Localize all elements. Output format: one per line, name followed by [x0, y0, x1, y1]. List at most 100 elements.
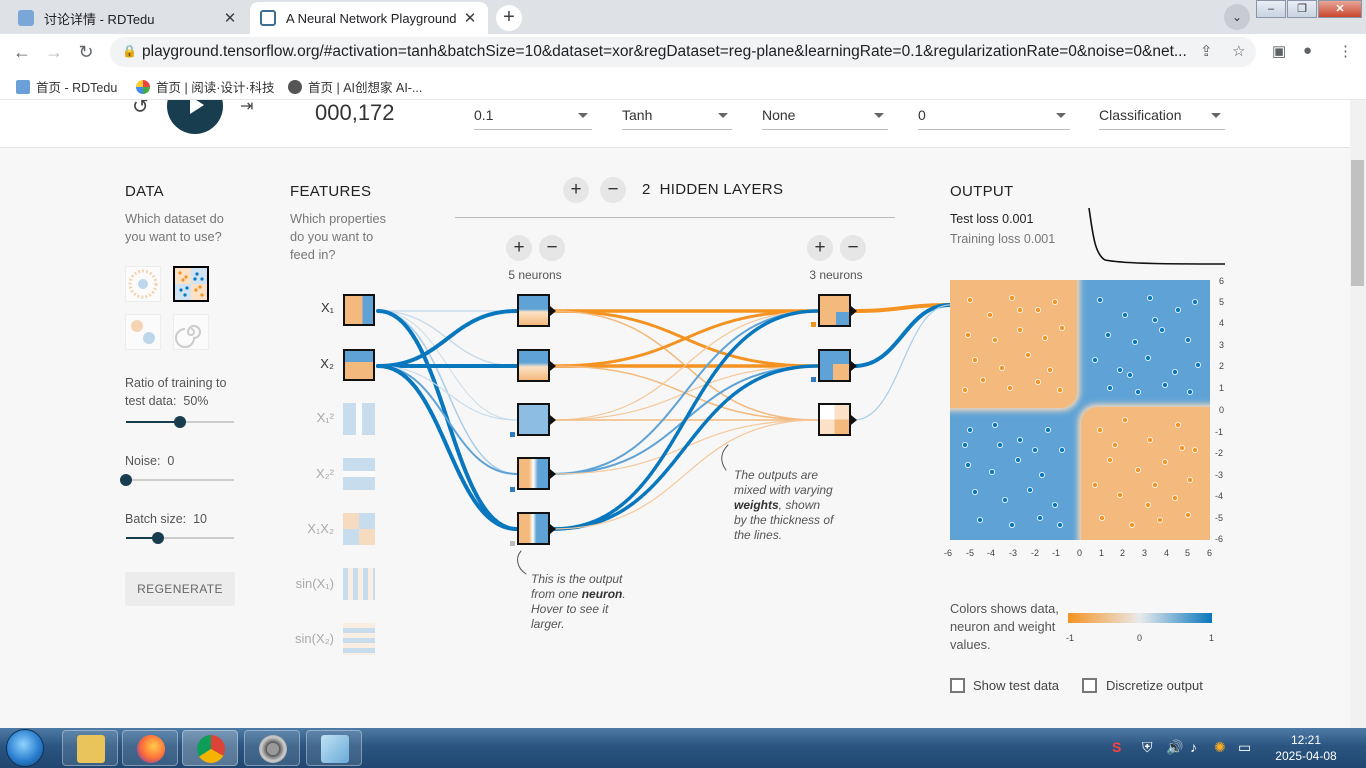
neuron-layer1-3[interactable] — [517, 403, 556, 436]
bookmark-label: 首页 - RDTedu — [36, 81, 118, 95]
bookmark-ai[interactable]: 首页 | AI创想家 AI-... — [288, 77, 422, 96]
neuron-note: This is the output from one neuron. Hove… — [531, 572, 631, 632]
output-decision-heatmap — [950, 280, 1210, 540]
weights-note-pointer — [721, 444, 729, 471]
x-tick: 5 — [1185, 548, 1191, 558]
url-text[interactable]: playground.tensorflow.org/#activation=ta… — [142, 43, 1192, 61]
discretize-output-checkbox[interactable] — [1082, 678, 1097, 693]
tray-network-icon[interactable]: ▭ — [1238, 739, 1251, 756]
weight-x2-h4 — [377, 365, 518, 475]
neuron-layer2-3[interactable] — [818, 403, 857, 436]
training-loss-value: 0.001 — [1023, 232, 1056, 246]
x-tick: -2 — [1031, 548, 1040, 558]
neuron-note-pointer — [517, 550, 527, 575]
profile-avatar-icon[interactable]: ● — [1303, 42, 1312, 59]
neuron-layer1-2[interactable] — [517, 349, 556, 382]
colorbar-tick: 1 — [1209, 633, 1215, 643]
share-icon[interactable]: ⇪ — [1200, 42, 1213, 60]
taskbar-explorer[interactable] — [62, 730, 118, 766]
neuron-layer2-2[interactable] — [818, 349, 857, 382]
tray-input-method-icon[interactable]: S — [1112, 739, 1121, 755]
bookmark-label: 首页 | AI创想家 AI-... — [308, 81, 423, 95]
close-window-button[interactable]: ✕ — [1318, 0, 1362, 18]
training-loss-label: Training loss — [950, 232, 1021, 246]
taskbar-firefox[interactable] — [122, 730, 178, 766]
x-tick: 0 — [1077, 548, 1083, 558]
taskbar-settings[interactable] — [244, 730, 300, 766]
bookmark-favicon-icon — [288, 79, 302, 94]
y-tick: 6 — [1219, 276, 1225, 286]
neuron-layer2-1[interactable] — [818, 294, 857, 327]
discretize-output-label: Discretize output — [1106, 678, 1203, 693]
gear-icon — [259, 735, 287, 763]
taskbar-notes[interactable] — [306, 730, 362, 766]
y-tick: -1 — [1215, 427, 1224, 437]
show-test-data-checkbox[interactable] — [950, 678, 965, 693]
scrollbar-thumb[interactable] — [1351, 160, 1364, 286]
loss-curve — [1088, 207, 1225, 265]
bookmark-design[interactable]: 首页 | 阅读·设计·科技 — [136, 77, 275, 96]
close-tab-icon[interactable]: ✕ — [462, 9, 478, 27]
y-tick: 1 — [1219, 383, 1225, 393]
clock-date: 2025-04-08 — [1275, 749, 1337, 763]
tab-title: A Neural Network Playground — [286, 10, 457, 26]
taskbar-chrome[interactable] — [182, 730, 238, 766]
folder-icon — [77, 735, 105, 763]
test-loss: Test loss 0.001 — [950, 212, 1033, 226]
y-tick: -4 — [1215, 491, 1224, 501]
clock-time: 12:21 — [1290, 733, 1322, 747]
side-panel-icon[interactable]: ▣ — [1272, 42, 1286, 60]
tray-app-icon[interactable]: ✺ — [1214, 739, 1226, 756]
tab-search-chevron-icon[interactable]: ⌄ — [1224, 4, 1250, 30]
y-tick: 5 — [1219, 297, 1225, 307]
neuron-layer1-1[interactable] — [517, 294, 556, 327]
close-tab-icon[interactable]: ✕ — [222, 9, 238, 27]
show-test-data-label: Show test data — [973, 678, 1059, 693]
tab-title: 讨论详情 - RDTedu — [44, 11, 155, 27]
bias-layer1-5[interactable] — [510, 541, 515, 546]
reload-icon[interactable]: ↻ — [72, 38, 100, 66]
notes-icon — [321, 735, 349, 763]
y-tick: 3 — [1219, 340, 1225, 350]
x-tick: -1 — [1052, 548, 1061, 558]
browser-toolbar: ← → ↻ 🔒 playground.tensorflow.org/#activ… — [0, 34, 1366, 70]
y-axis: 6 5 4 3 2 1 0 -1 -2 -3 -4 -5 -6 — [1215, 276, 1227, 544]
menu-kebab-icon[interactable]: ⋮ — [1338, 42, 1353, 60]
neuron-layer1-4[interactable] — [517, 457, 556, 490]
rdtedu-favicon-icon — [18, 10, 34, 26]
address-bar[interactable]: 🔒 playground.tensorflow.org/#activation=… — [110, 37, 1256, 67]
forward-arrow-icon[interactable]: → — [40, 38, 68, 66]
bias-layer2-1[interactable] — [811, 322, 816, 327]
tray-shield-icon[interactable]: ⛨ — [1142, 739, 1153, 756]
bias-layer1-3[interactable] — [510, 432, 515, 437]
tab-rdtedu[interactable]: 讨论详情 - RDTedu ✕ — [8, 2, 248, 34]
test-loss-label: Test loss — [950, 212, 999, 226]
back-arrow-icon[interactable]: ← — [8, 38, 36, 66]
minimize-button[interactable]: – — [1256, 0, 1286, 18]
neuron-layer1-5[interactable] — [517, 512, 556, 545]
colorbar-tick: -1 — [1066, 633, 1075, 643]
x-tick: -4 — [987, 548, 996, 558]
taskbar-clock[interactable]: 12:21 2025-04-08 — [1268, 732, 1344, 764]
y-tick: 0 — [1219, 405, 1225, 415]
bookmark-rdtedu[interactable]: 首页 - RDTedu — [16, 77, 117, 96]
tray-speaker-icon[interactable]: ♪ — [1190, 739, 1197, 755]
x-tick: 1 — [1099, 548, 1105, 558]
bias-layer1-4[interactable] — [510, 487, 515, 492]
heatmap-points — [961, 294, 1201, 528]
weights-note-bold: weights — [734, 498, 779, 512]
bookmarks-bar: 首页 - RDTedu 首页 | 阅读·设计·科技 首页 | AI创想家 AI-… — [0, 70, 1366, 100]
playground-favicon-icon — [260, 10, 276, 26]
colorbar-tick: 0 — [1137, 633, 1143, 643]
lock-icon[interactable]: 🔒 — [122, 44, 137, 58]
bias-layer2-2[interactable] — [811, 377, 816, 382]
new-tab-button[interactable]: + — [496, 5, 522, 31]
bookmark-star-icon[interactable]: ☆ — [1232, 42, 1245, 60]
tray-volume-icon[interactable]: 🔊 — [1166, 739, 1183, 756]
maximize-button[interactable]: ❐ — [1287, 0, 1317, 18]
tab-strip: 讨论详情 - RDTedu ✕ A Neural Network Playgro… — [0, 0, 1366, 34]
tab-playground[interactable]: A Neural Network Playground ✕ — [250, 2, 488, 34]
start-button[interactable] — [6, 729, 44, 767]
y-tick: -3 — [1215, 470, 1224, 480]
window-controls: – ❐ ✕ — [1255, 0, 1362, 18]
